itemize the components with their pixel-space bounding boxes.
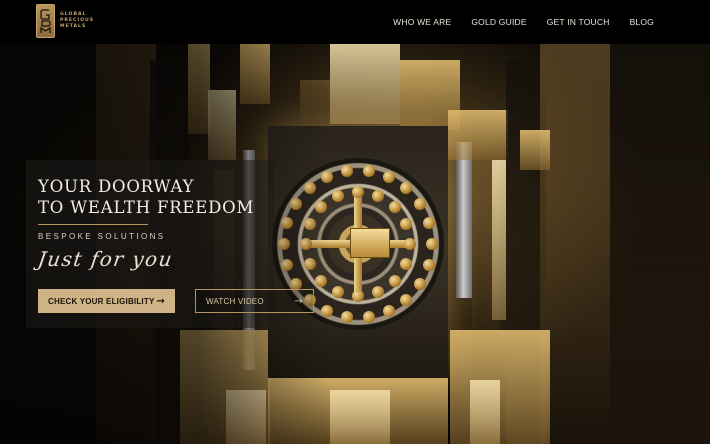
vault-bolt bbox=[426, 238, 438, 250]
vault-bolt bbox=[400, 182, 413, 195]
hero-title: YOUR DOORWAY TO WEALTH FREEDOM bbox=[38, 176, 338, 218]
hero-title-line-2: TO WEALTH FREEDOM bbox=[38, 198, 255, 217]
hero-title-line-1: YOUR DOORWAY bbox=[38, 177, 195, 196]
vault-bolt bbox=[404, 238, 416, 250]
vault-bolt bbox=[400, 218, 413, 231]
main-nav: WHO WE ARE GOLD GUIDE GET IN TOUCH BLOG bbox=[393, 0, 654, 44]
landing-page: GLOBAL PRECIOUS METALS WHO WE ARE GOLD G… bbox=[0, 0, 710, 444]
vault-bolt bbox=[352, 290, 364, 302]
vault-bolt bbox=[362, 164, 375, 177]
hero-cta-row: CHECK YOUR ELIGIBILITY → WATCH VIDEO → bbox=[38, 289, 314, 313]
arrow-right-icon: → bbox=[294, 295, 303, 307]
nav-link-blog[interactable]: BLOG bbox=[630, 17, 654, 27]
vault-bolt bbox=[352, 186, 364, 198]
logo-line-3: METALS bbox=[60, 24, 87, 29]
hero-script-tagline: Just for you bbox=[36, 247, 175, 271]
vault-bolt bbox=[371, 189, 384, 202]
vault-bolt bbox=[341, 311, 354, 324]
vault-bolt bbox=[414, 197, 427, 210]
vault-bolt bbox=[341, 164, 354, 177]
vault-bolt bbox=[400, 293, 413, 306]
vault-bolt bbox=[423, 258, 435, 271]
check-eligibility-button[interactable]: CHECK YOUR ELIGIBILITY → bbox=[38, 289, 175, 313]
nav-link-get-in-touch[interactable]: GET IN TOUCH bbox=[547, 17, 610, 27]
site-logo[interactable]: GLOBAL PRECIOUS METALS bbox=[36, 4, 94, 38]
vault-bolt bbox=[382, 170, 395, 183]
vault-bolt bbox=[332, 286, 345, 299]
vault-bolt bbox=[423, 217, 435, 230]
vault-bolt bbox=[382, 305, 395, 318]
hero-section: YOUR DOORWAY TO WEALTH FREEDOM BESPOKE S… bbox=[36, 176, 338, 313]
arrow-right-icon: → bbox=[156, 295, 165, 307]
check-eligibility-label: CHECK YOUR ELIGIBILITY bbox=[48, 296, 155, 306]
hero-divider bbox=[38, 224, 148, 225]
vault-bolt bbox=[388, 274, 401, 287]
watch-video-label: WATCH VIDEO bbox=[206, 296, 264, 306]
vault-bolt bbox=[414, 278, 427, 290]
vault-bolt bbox=[388, 201, 401, 214]
vault-bolt bbox=[371, 286, 384, 299]
nav-link-gold-guide[interactable]: GOLD GUIDE bbox=[471, 17, 526, 27]
site-header: GLOBAL PRECIOUS METALS WHO WE ARE GOLD G… bbox=[0, 0, 710, 44]
nav-link-who-we-are[interactable]: WHO WE ARE bbox=[393, 17, 451, 27]
hero-subtitle: BESPOKE SOLUTIONS bbox=[38, 232, 166, 241]
gpm-monogram-icon bbox=[36, 4, 55, 38]
vault-bolt bbox=[400, 257, 413, 270]
watch-video-button[interactable]: WATCH VIDEO → bbox=[195, 289, 314, 313]
vault-bolt bbox=[362, 311, 375, 324]
logo-wordmark: GLOBAL PRECIOUS METALS bbox=[60, 12, 94, 30]
